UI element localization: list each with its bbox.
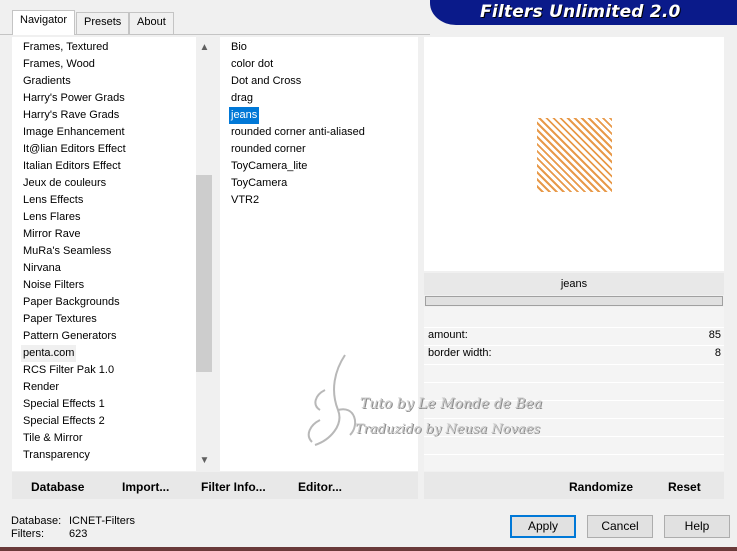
filter-item[interactable]: Bio bbox=[231, 39, 247, 56]
category-item[interactable]: Jeux de couleurs bbox=[23, 175, 106, 192]
filter-item[interactable]: VTR2 bbox=[231, 192, 259, 209]
filter-item[interactable]: ToyCamera_lite bbox=[231, 158, 307, 175]
param-divider bbox=[424, 400, 724, 401]
category-item[interactable]: Gradients bbox=[23, 73, 71, 90]
status-filters-label: Filters: bbox=[11, 528, 44, 540]
filter-item[interactable]: rounded corner anti-aliased bbox=[231, 124, 365, 141]
param-value-amount: 85 bbox=[708, 329, 721, 341]
tab-about[interactable]: About bbox=[129, 12, 174, 34]
category-item[interactable]: Frames, Wood bbox=[23, 56, 95, 73]
background-edge bbox=[0, 547, 737, 551]
title-banner: Filters Unlimited 2.0 bbox=[430, 0, 737, 25]
category-item[interactable]: RCS Filter Pak 1.0 bbox=[23, 362, 114, 379]
filter-item[interactable]: color dot bbox=[231, 56, 273, 73]
category-item[interactable]: Render bbox=[23, 379, 59, 396]
param-divider bbox=[424, 418, 724, 419]
param-value-border-width: 8 bbox=[714, 347, 721, 359]
category-item[interactable]: Lens Flares bbox=[23, 209, 80, 226]
tab-navigator-label: Navigator bbox=[20, 14, 68, 26]
category-item[interactable]: Paper Textures bbox=[23, 311, 97, 328]
param-label-amount: amount: bbox=[428, 329, 468, 341]
filter-info-button[interactable]: Filter Info... bbox=[201, 480, 266, 494]
reset-button[interactable]: Reset bbox=[668, 480, 701, 494]
banner-title: Filters Unlimited 2.0 bbox=[480, 2, 681, 22]
category-item[interactable]: Nirvana bbox=[23, 260, 61, 277]
filter-item[interactable]: jeans bbox=[229, 107, 260, 124]
status-database-value: ICNET-Filters bbox=[69, 515, 135, 527]
filter-item[interactable]: Dot and Cross bbox=[231, 73, 301, 90]
param-divider bbox=[424, 364, 724, 365]
tab-presets-label: Presets bbox=[84, 16, 122, 28]
selected-filter-name: jeans bbox=[424, 273, 724, 295]
apply-button[interactable]: Apply bbox=[510, 515, 576, 538]
scroll-up-arrow-icon[interactable]: ▲ bbox=[196, 39, 213, 56]
category-item[interactable]: Frames, Textured bbox=[23, 39, 108, 56]
category-item[interactable]: Tile & Mirror bbox=[23, 430, 82, 447]
category-item[interactable]: Special Effects 2 bbox=[23, 413, 105, 430]
param-row-amount[interactable]: amount: 85 bbox=[424, 327, 724, 344]
database-button[interactable]: Database bbox=[31, 480, 84, 494]
cancel-button[interactable]: Cancel bbox=[587, 515, 653, 538]
category-item[interactable]: Harry's Rave Grads bbox=[23, 107, 119, 124]
filter-item[interactable]: drag bbox=[231, 90, 253, 107]
category-item[interactable]: Image Enhancement bbox=[23, 124, 125, 141]
category-item[interactable]: Paper Backgrounds bbox=[23, 294, 120, 311]
tab-presets[interactable]: Presets bbox=[76, 12, 130, 34]
import-button[interactable]: Import... bbox=[122, 480, 169, 494]
param-row-border-width[interactable]: border width: 8 bbox=[424, 345, 724, 362]
category-item[interactable]: Special Effects 1 bbox=[23, 396, 105, 413]
category-item[interactable]: MuRa's Seamless bbox=[23, 243, 111, 260]
status-database-label: Database: bbox=[11, 515, 62, 527]
preview-image bbox=[537, 118, 612, 192]
param-divider bbox=[424, 436, 724, 437]
category-item[interactable]: Italian Editors Effect bbox=[23, 158, 121, 175]
filter-item[interactable]: rounded corner bbox=[231, 141, 306, 158]
tab-navigator[interactable]: Navigator bbox=[12, 10, 76, 35]
category-item[interactable]: Pattern Generators bbox=[23, 328, 117, 345]
category-item[interactable]: penta.com bbox=[21, 345, 77, 362]
filter-item[interactable]: ToyCamera bbox=[231, 175, 287, 192]
randomize-button[interactable]: Randomize bbox=[569, 480, 633, 494]
category-item[interactable]: It@lian Editors Effect bbox=[23, 141, 126, 158]
status-filters-value: 623 bbox=[69, 528, 88, 540]
parameter-slider[interactable] bbox=[425, 296, 723, 306]
category-item[interactable]: Transparency bbox=[23, 447, 90, 464]
category-scrollbar-thumb[interactable] bbox=[196, 175, 212, 372]
category-list[interactable]: Frames, Textured Frames, Wood Gradients Har… bbox=[12, 37, 213, 471]
param-label-border-width: border width: bbox=[428, 347, 492, 359]
editor-button[interactable]: Editor... bbox=[298, 480, 342, 494]
category-item[interactable]: Noise Filters bbox=[23, 277, 84, 294]
help-button[interactable]: Help bbox=[664, 515, 730, 538]
param-divider bbox=[424, 454, 724, 455]
category-item[interactable]: Harry's Power Grads bbox=[23, 90, 125, 107]
scroll-down-arrow-icon[interactable]: ▼ bbox=[196, 452, 213, 469]
category-item[interactable]: Lens Effects bbox=[23, 192, 83, 209]
category-item[interactable]: Mirror Rave bbox=[23, 226, 80, 243]
filter-list[interactable]: Bio color dot Dot and Cross drag jeans rounde… bbox=[220, 37, 418, 471]
param-divider bbox=[424, 382, 724, 383]
tab-about-label: About bbox=[137, 16, 166, 28]
